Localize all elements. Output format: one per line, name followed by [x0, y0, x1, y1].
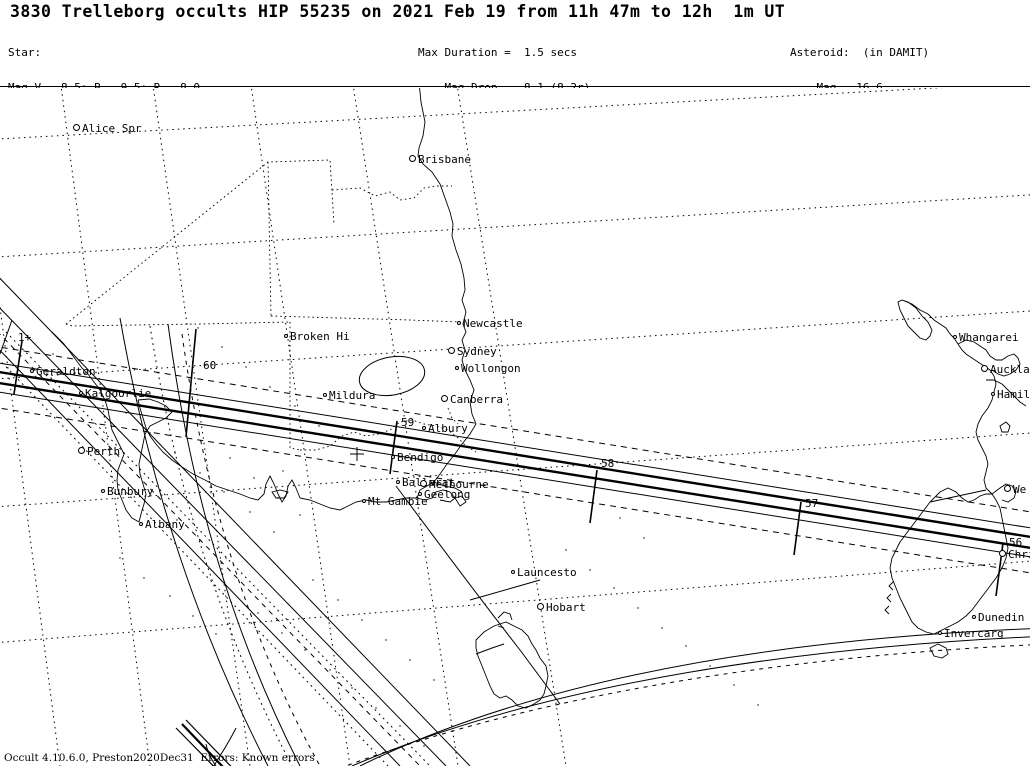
- city-marker-chris[interactable]: [999, 550, 1006, 557]
- map-stipple: [52, 327, 759, 747]
- city-marker-ballarat[interactable]: [396, 480, 400, 484]
- city-label-sydney: Sydney: [457, 345, 497, 358]
- city-label-broken-hi: Broken Hi: [290, 330, 350, 343]
- city-marker-bunbury[interactable]: [101, 489, 105, 493]
- circ-line-0: Max Duration = 1.5 secs: [418, 46, 577, 60]
- city-marker-kalgoorlie[interactable]: [79, 391, 83, 395]
- city-label-dunedin: Dunedin: [978, 611, 1025, 624]
- city-label-whangarei: Whangarei: [959, 331, 1019, 344]
- city-marker-whangarei[interactable]: [953, 335, 957, 339]
- footer-credit: Occult 4.10.6.0, Preston2020Dec31 Errors…: [4, 752, 315, 764]
- page-title: 3830 Trelleborg occults HIP 55235 on 202…: [10, 2, 786, 21]
- city-marker-albury[interactable]: [422, 426, 426, 430]
- city-label-bunbury: Bunbury: [107, 485, 154, 498]
- asteroid-line-0: Asteroid: (in DAMIT): [790, 46, 930, 60]
- city-label-hamil: Hamil: [997, 388, 1030, 401]
- city-marker-mildura[interactable]: [323, 393, 327, 397]
- city-marker-bendigo[interactable]: [391, 455, 395, 459]
- city-marker-melbourne[interactable]: [420, 480, 427, 487]
- city-label-albany: Albany: [145, 518, 185, 531]
- city-marker-auckland[interactable]: [981, 365, 988, 372]
- header-panel: 3830 Trelleborg occults HIP 55235 on 202…: [0, 0, 1030, 232]
- city-label-canberra: Canberra: [450, 393, 503, 406]
- city-label-kalgoorlie: Kalgoorlie: [85, 387, 152, 400]
- coastline-tasmania: [475, 611, 549, 709]
- city-marker-hamil[interactable]: [991, 392, 995, 396]
- city-label-mt-gambie: Mt Gambie: [368, 495, 428, 508]
- city-marker-albany[interactable]: [139, 522, 143, 526]
- city-label-auckland: Auckland: [990, 363, 1030, 376]
- city-label-perth: Perth: [87, 445, 121, 458]
- state-boundaries: [65, 159, 477, 453]
- city-marker-sydney[interactable]: [448, 347, 455, 354]
- time-tick-label-57: 57: [805, 497, 819, 510]
- city-marker-geraldton[interactable]: [30, 369, 34, 373]
- city-marker-canberra[interactable]: [441, 395, 448, 402]
- city-label-newcastle: Newcastle: [463, 317, 523, 330]
- city-label-chris: Chris: [1008, 548, 1030, 561]
- terminator-curves-dotted: [149, 325, 293, 766]
- city-marker-wollongon[interactable]: [455, 366, 459, 370]
- city-label-wollongon: Wollongon: [461, 362, 521, 375]
- star-line-0: Star:: [8, 46, 42, 60]
- city-marker-mt-gambie[interactable]: [362, 499, 366, 503]
- city-marker-invercarg[interactable]: [938, 631, 942, 635]
- time-tick-label-56: 56: [1009, 536, 1023, 549]
- auxiliary-lines: [0, 277, 471, 766]
- header-divider: [0, 86, 1030, 87]
- sun-altitude-arc: [395, 485, 561, 705]
- city-label-geraldton: Geraldton: [36, 365, 96, 378]
- occultation-error-limits: [0, 346, 1030, 574]
- terminator-curves: [119, 317, 1030, 766]
- city-marker-we[interactable]: [1004, 485, 1011, 492]
- city-marker-newcastle[interactable]: [457, 321, 461, 325]
- city-label-albury: Albury: [428, 422, 468, 435]
- city-label-geelong: Geelong: [424, 488, 471, 501]
- terminator-curves-dashed: [181, 333, 1030, 766]
- map-vector-layer: [0, 88, 1030, 766]
- occultation-map[interactable]: Alice Spr Brisbane Broken Hi Newcastle Sydne…: [0, 88, 1030, 766]
- city-label-bendigo: Bendigo: [397, 451, 444, 464]
- city-label-launcesto: Launcesto: [517, 566, 577, 579]
- city-marker-dunedin[interactable]: [972, 615, 976, 619]
- time-tick-label-60: 60: [203, 359, 217, 372]
- city-marker-launcesto[interactable]: [511, 570, 515, 574]
- time-tick-label-59: 59: [401, 416, 415, 429]
- time-tick-label-58: 58: [601, 457, 615, 470]
- city-label-we: We: [1013, 483, 1027, 496]
- city-label-invercarg: Invercarg: [944, 627, 1004, 640]
- city-marker-broken-hi[interactable]: [284, 334, 288, 338]
- city-label-brisbane: Brisbane: [418, 153, 471, 166]
- city-label-hobart: Hobart: [546, 601, 586, 614]
- city-marker-perth[interactable]: [78, 447, 85, 454]
- city-marker-brisbane[interactable]: [409, 155, 416, 162]
- reference-cross-marker: [350, 447, 364, 461]
- city-label-alice-spr: Alice Spr: [82, 122, 142, 135]
- city-label-mildura: Mildura: [329, 389, 376, 402]
- time-tick-label-1: 1+: [18, 331, 32, 344]
- city-marker-alice-spr[interactable]: [73, 124, 80, 131]
- city-marker-hobart[interactable]: [537, 603, 544, 610]
